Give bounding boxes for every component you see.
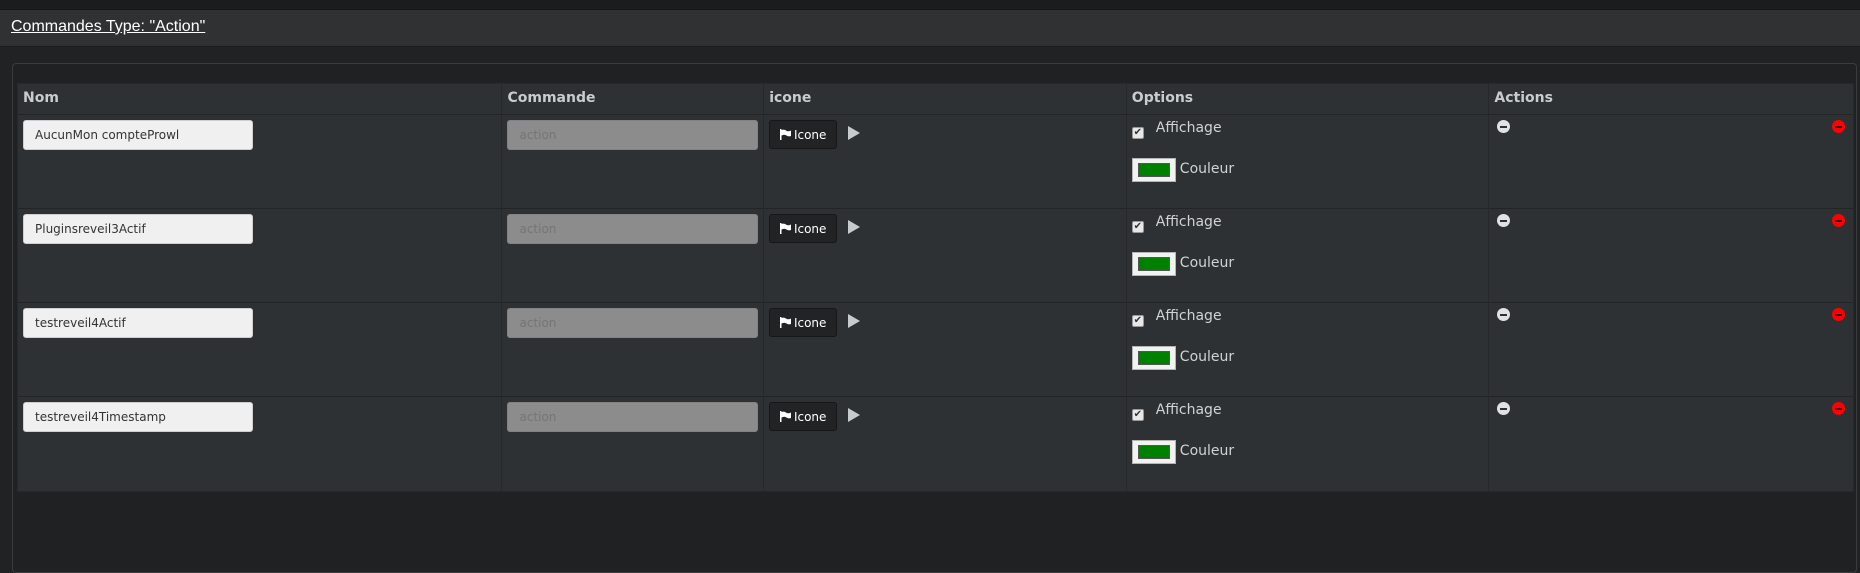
move-handle-icon[interactable] (1497, 308, 1511, 321)
commands-table: Nom Commande icone Options Actions Icone… (17, 83, 1854, 492)
couleur-label: Couleur (1179, 161, 1235, 177)
flag-icon (779, 411, 791, 422)
couleur-label: Couleur (1179, 255, 1235, 271)
play-icon[interactable] (848, 408, 861, 422)
flag-icon (779, 129, 791, 140)
name-input[interactable] (23, 402, 253, 432)
command-input[interactable] (507, 402, 759, 432)
choose-icon-label: Icone (793, 409, 827, 424)
couleur-label: Couleur (1179, 349, 1235, 365)
affichage-checkbox[interactable]: ✔ (1131, 409, 1144, 421)
section-title-link[interactable]: Commandes Type: "Action" (11, 18, 205, 36)
affichage-checkbox[interactable]: ✔ (1131, 221, 1144, 233)
remove-command-icon[interactable] (1832, 214, 1846, 227)
couleur-label: Couleur (1179, 443, 1235, 459)
table-row: Icone ✔ Affichage Couleur (18, 115, 1853, 209)
affichage-label: Affichage (1155, 308, 1222, 324)
table-row: Icone ✔ Affichage Couleur (18, 397, 1853, 491)
choose-icon-button[interactable]: Icone (769, 214, 838, 243)
affichage-checkbox[interactable]: ✔ (1131, 315, 1144, 327)
color-picker[interactable] (1131, 158, 1176, 182)
affichage-label: Affichage (1155, 402, 1222, 418)
choose-icon-button[interactable]: Icone (769, 120, 838, 149)
header-icone: icone (764, 84, 1127, 115)
name-input[interactable] (23, 214, 253, 244)
color-picker[interactable] (1131, 346, 1176, 370)
choose-icon-button[interactable]: Icone (769, 402, 838, 431)
color-picker[interactable] (1131, 440, 1176, 464)
name-input[interactable] (23, 120, 253, 150)
command-input[interactable] (507, 120, 759, 150)
affichage-label: Affichage (1155, 214, 1222, 230)
section-header: Commandes Type: "Action" (0, 10, 1860, 47)
play-icon[interactable] (848, 126, 861, 140)
color-picker[interactable] (1131, 252, 1176, 276)
move-handle-icon[interactable] (1497, 120, 1511, 133)
color-swatch (1137, 257, 1170, 271)
header-commande: Commande (502, 84, 765, 115)
flag-icon (779, 223, 791, 234)
move-handle-icon[interactable] (1497, 214, 1511, 227)
affichage-label: Affichage (1155, 120, 1222, 136)
command-input[interactable] (507, 214, 759, 244)
command-input[interactable] (507, 308, 759, 338)
header-options: Options (1127, 84, 1490, 115)
color-swatch (1137, 351, 1170, 365)
play-icon[interactable] (848, 314, 861, 328)
remove-command-icon[interactable] (1832, 308, 1846, 321)
table-header: Nom Commande icone Options Actions (18, 84, 1853, 115)
flag-icon (779, 317, 791, 328)
top-strip (0, 0, 1860, 10)
affichage-checkbox[interactable]: ✔ (1131, 127, 1144, 139)
header-nom: Nom (18, 84, 503, 115)
header-actions: Actions (1494, 90, 1553, 106)
play-icon[interactable] (848, 220, 861, 234)
table-row: Icone ✔ Affichage Couleur (18, 303, 1853, 397)
remove-command-icon[interactable] (1832, 120, 1846, 133)
color-swatch (1137, 163, 1170, 177)
table-row: Icone ✔ Affichage Couleur (18, 209, 1853, 303)
name-input[interactable] (23, 308, 253, 338)
remove-command-icon[interactable] (1832, 402, 1846, 415)
color-swatch (1137, 445, 1170, 459)
commands-panel: Nom Commande icone Options Actions Icone… (12, 63, 1857, 573)
choose-icon-label: Icone (793, 127, 827, 142)
move-handle-icon[interactable] (1497, 402, 1511, 415)
choose-icon-button[interactable]: Icone (769, 308, 838, 337)
choose-icon-label: Icone (793, 221, 827, 236)
choose-icon-label: Icone (793, 315, 827, 330)
